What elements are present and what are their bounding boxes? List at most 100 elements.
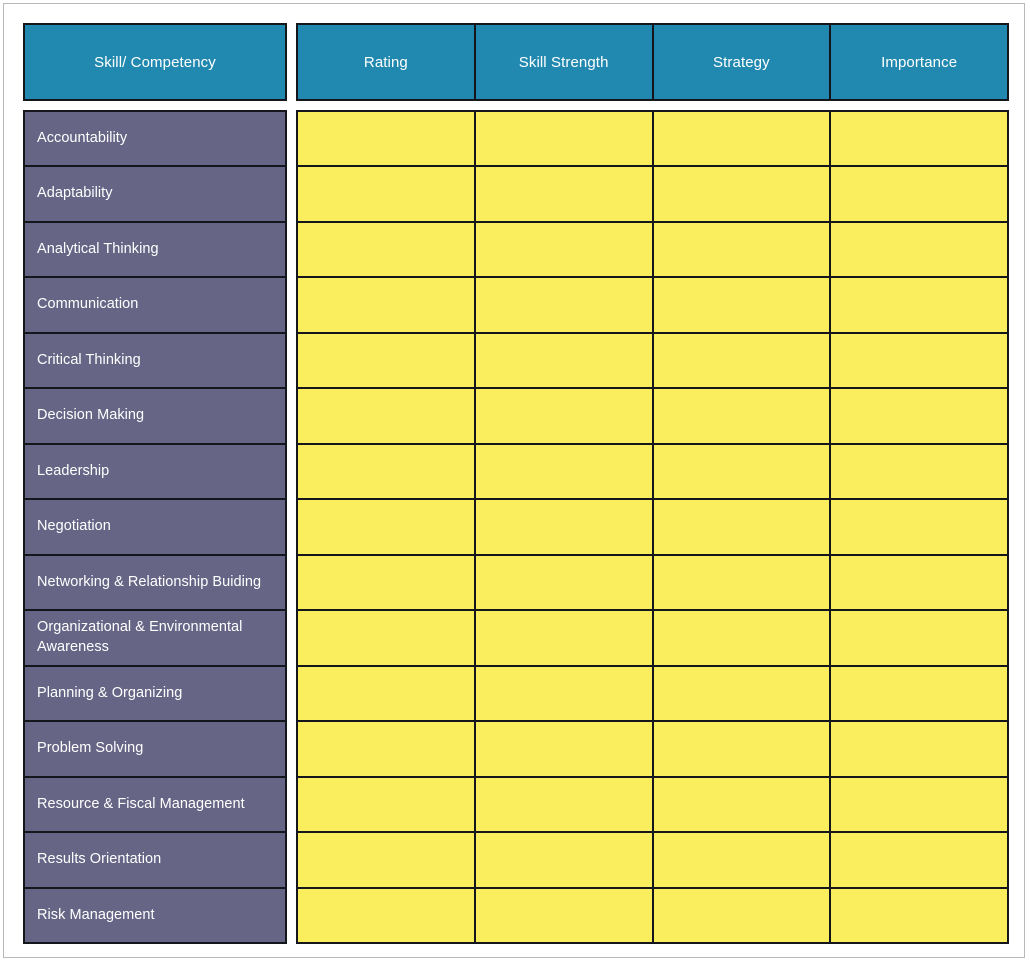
- skill-label: Resource & Fiscal Management: [25, 777, 285, 834]
- skill-label: Networking & Relationship Buiding: [25, 555, 285, 612]
- cell-skill-strength[interactable]: [475, 666, 654, 721]
- table-row: [298, 666, 1007, 723]
- page-frame: Skill/ Competency Rating Skill Strength …: [3, 3, 1025, 958]
- cell-rating[interactable]: [298, 389, 476, 443]
- skill-label: Results Orientation: [25, 833, 285, 889]
- cell-strategy[interactable]: [653, 555, 832, 610]
- cell-skill-strength[interactable]: [475, 888, 654, 943]
- cell-rating[interactable]: [298, 777, 476, 832]
- table-row: [298, 500, 1007, 556]
- header-skill-competency: Skill/ Competency: [23, 23, 287, 101]
- header-strategy: Strategy: [653, 25, 832, 99]
- cell-skill-strength[interactable]: [475, 278, 654, 332]
- cell-importance[interactable]: [831, 112, 1007, 166]
- cell-importance[interactable]: [831, 833, 1007, 887]
- cell-strategy[interactable]: [653, 222, 832, 277]
- cell-skill-strength[interactable]: [475, 777, 654, 832]
- header-rating: Rating: [298, 25, 476, 99]
- cell-rating[interactable]: [298, 833, 476, 887]
- cell-strategy[interactable]: [653, 389, 832, 443]
- cell-importance[interactable]: [831, 222, 1007, 277]
- skill-label: Critical Thinking: [25, 333, 285, 390]
- cell-strategy[interactable]: [653, 777, 832, 832]
- cell-strategy[interactable]: [653, 611, 832, 665]
- header-column-gap: [287, 23, 296, 101]
- skill-label: Risk Management: [25, 888, 285, 943]
- cell-rating[interactable]: [298, 112, 476, 166]
- skill-label: Adaptability: [25, 167, 285, 223]
- cell-importance[interactable]: [831, 611, 1007, 665]
- cell-skill-strength[interactable]: [475, 500, 654, 554]
- cell-skill-strength[interactable]: [475, 389, 654, 443]
- header-data-columns: Rating Skill Strength Strategy Importanc…: [296, 23, 1009, 101]
- skill-label: Problem Solving: [25, 722, 285, 778]
- cell-rating[interactable]: [298, 555, 476, 610]
- cell-skill-strength[interactable]: [475, 444, 654, 499]
- skill-label: Communication: [25, 278, 285, 334]
- cell-importance[interactable]: [831, 333, 1007, 388]
- table-row: [298, 833, 1007, 889]
- table-row: [298, 555, 1007, 612]
- skill-label: Organizational & Environmental Awareness: [25, 611, 285, 667]
- skill-label: Negotiation: [25, 500, 285, 556]
- header-importance: Importance: [831, 25, 1007, 99]
- cell-skill-strength[interactable]: [475, 833, 654, 887]
- table-row: [298, 278, 1007, 334]
- cell-importance[interactable]: [831, 444, 1007, 499]
- table-row: [298, 722, 1007, 778]
- cell-importance[interactable]: [831, 777, 1007, 832]
- cell-skill-strength[interactable]: [475, 611, 654, 665]
- cell-importance[interactable]: [831, 722, 1007, 776]
- cell-strategy[interactable]: [653, 500, 832, 554]
- skill-label: Planning & Organizing: [25, 666, 285, 723]
- cell-rating[interactable]: [298, 167, 476, 221]
- cell-strategy[interactable]: [653, 666, 832, 721]
- table-row: [298, 888, 1007, 943]
- table-row: [298, 333, 1007, 390]
- cell-skill-strength[interactable]: [475, 222, 654, 277]
- cell-importance[interactable]: [831, 555, 1007, 610]
- table-header-row: Skill/ Competency Rating Skill Strength …: [23, 23, 1009, 101]
- cell-strategy[interactable]: [653, 167, 832, 221]
- cell-rating[interactable]: [298, 278, 476, 332]
- header-skill-strength: Skill Strength: [475, 25, 654, 99]
- cell-importance[interactable]: [831, 167, 1007, 221]
- skill-label: Leadership: [25, 444, 285, 501]
- cell-importance[interactable]: [831, 500, 1007, 554]
- skill-label-column: Accountability Adaptability Analytical T…: [23, 110, 287, 944]
- cell-rating[interactable]: [298, 333, 476, 388]
- cell-strategy[interactable]: [653, 333, 832, 388]
- cell-skill-strength[interactable]: [475, 167, 654, 221]
- cell-rating[interactable]: [298, 611, 476, 665]
- cell-rating[interactable]: [298, 222, 476, 277]
- skill-label: Analytical Thinking: [25, 222, 285, 279]
- cell-strategy[interactable]: [653, 444, 832, 499]
- cell-skill-strength[interactable]: [475, 333, 654, 388]
- cell-importance[interactable]: [831, 278, 1007, 332]
- cell-rating[interactable]: [298, 500, 476, 554]
- cell-strategy[interactable]: [653, 722, 832, 776]
- cell-skill-strength[interactable]: [475, 722, 654, 776]
- table-row: [298, 777, 1007, 834]
- cell-strategy[interactable]: [653, 888, 832, 943]
- cell-strategy[interactable]: [653, 112, 832, 166]
- skill-label: Accountability: [25, 112, 285, 168]
- cell-importance[interactable]: [831, 666, 1007, 721]
- cell-strategy[interactable]: [653, 833, 832, 887]
- table-row: [298, 444, 1007, 501]
- cell-skill-strength[interactable]: [475, 112, 654, 166]
- cell-rating[interactable]: [298, 722, 476, 776]
- table-row: [298, 167, 1007, 223]
- header-body-gap: [23, 101, 1009, 110]
- table-body: Accountability Adaptability Analytical T…: [23, 110, 1009, 944]
- skill-competency-worksheet: Skill/ Competency Rating Skill Strength …: [23, 23, 1009, 944]
- cell-importance[interactable]: [831, 888, 1007, 943]
- table-row: [298, 112, 1007, 168]
- cell-rating[interactable]: [298, 444, 476, 499]
- cell-rating[interactable]: [298, 666, 476, 721]
- table-row: [298, 222, 1007, 279]
- cell-rating[interactable]: [298, 888, 476, 943]
- cell-strategy[interactable]: [653, 278, 832, 332]
- cell-skill-strength[interactable]: [475, 555, 654, 610]
- cell-importance[interactable]: [831, 389, 1007, 443]
